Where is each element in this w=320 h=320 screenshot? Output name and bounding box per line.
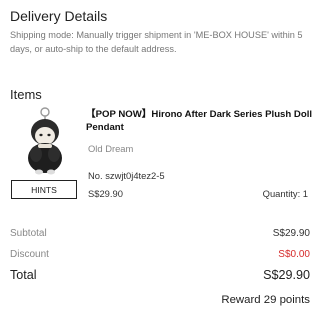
items-title: Items [10, 87, 42, 102]
reward-points: Reward 29 points [221, 294, 310, 306]
product-sku: No. szwjt0j4tez2-5 [88, 170, 165, 181]
total-label: Total [10, 268, 37, 282]
shipping-mode-text: Shipping mode: Manually trigger shipment… [10, 30, 303, 54]
hints-button[interactable]: HINTS [11, 180, 77, 199]
section-divider [0, 66, 320, 74]
product-price: S$29.90 [88, 188, 123, 199]
total-value: S$29.90 [263, 268, 310, 282]
product-image[interactable] [14, 106, 74, 176]
product-quantity: Quantity: 1 [262, 188, 308, 199]
subtotal-value: S$29.90 [272, 228, 310, 239]
product-series: Old Dream [88, 143, 134, 154]
product-name[interactable]: 【POP NOW】Hirono After Dark Series Plush … [86, 108, 318, 134]
subtotal-label: Subtotal [10, 228, 47, 239]
discount-label: Discount [10, 249, 49, 260]
delivery-details-title: Delivery Details [10, 8, 108, 24]
discount-value: S$0.00 [278, 249, 310, 260]
order-summary-page: Delivery Details Shipping mode: Manually… [0, 0, 320, 320]
